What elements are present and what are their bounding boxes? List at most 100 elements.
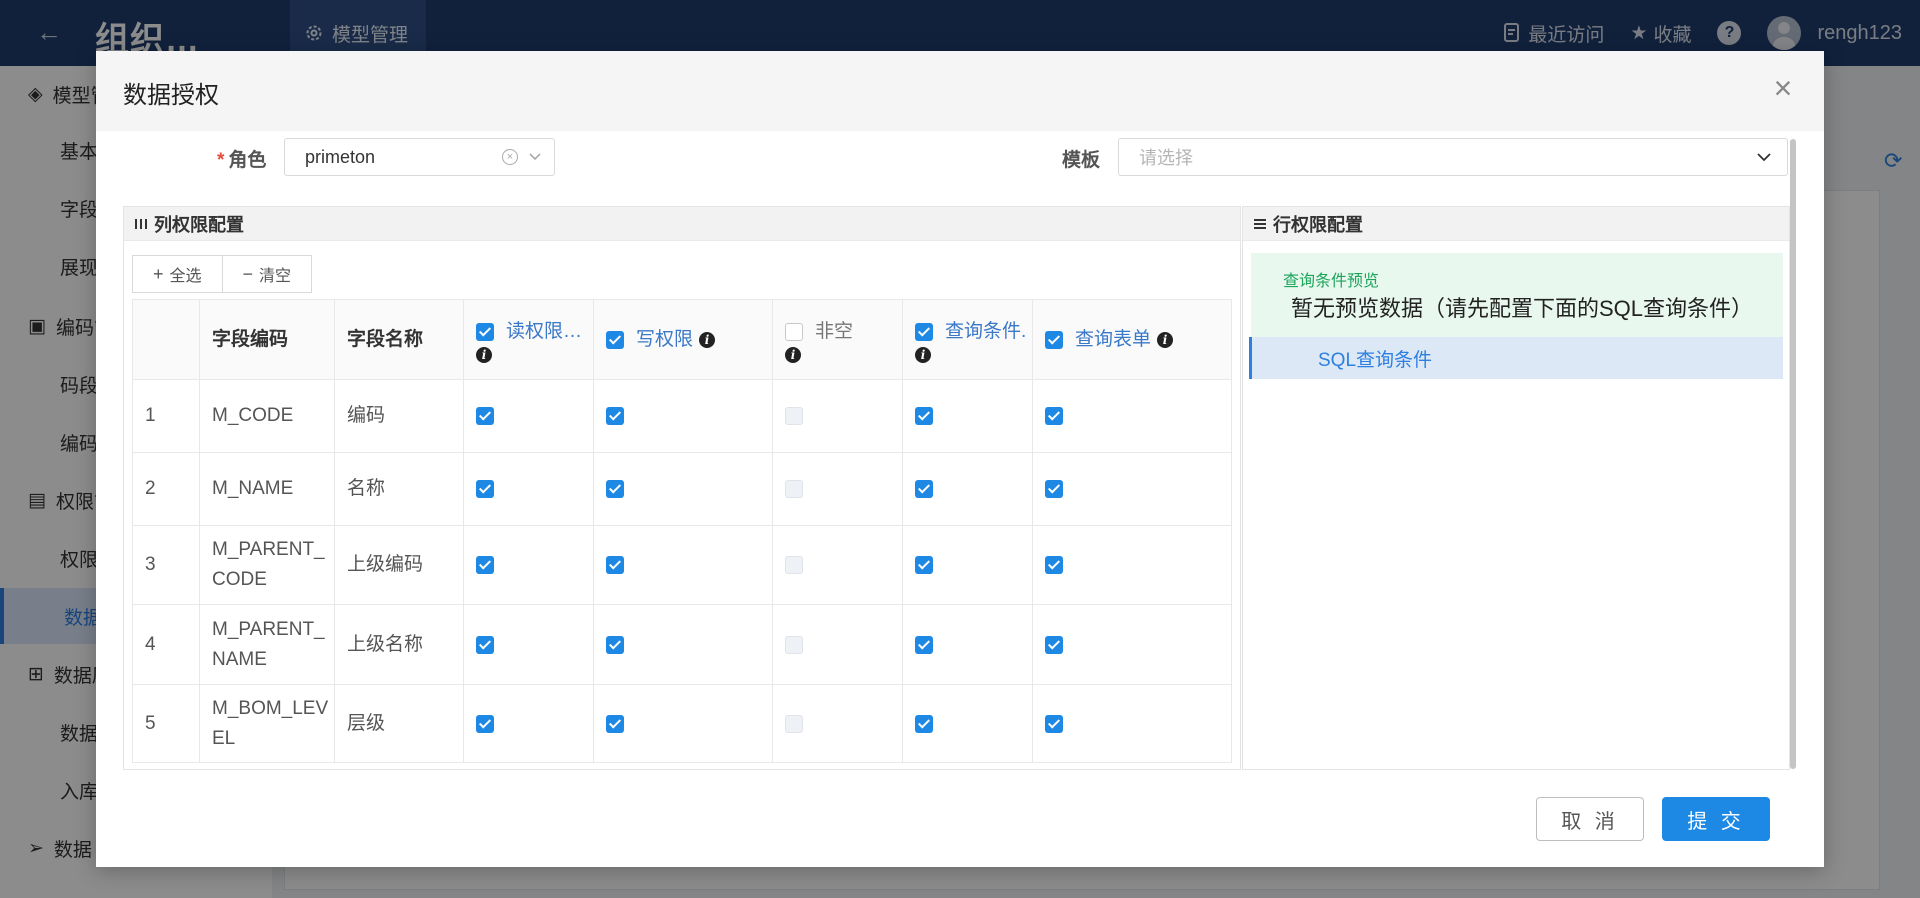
info-icon: i — [785, 346, 801, 363]
header-form-checkbox[interactable] — [1045, 330, 1063, 349]
row2-read-checkbox[interactable] — [476, 480, 494, 498]
template-placeholder: 请选择 — [1139, 148, 1193, 168]
row3-index: 3 — [133, 526, 200, 605]
row3-code: M_PARENT_CODE — [200, 526, 335, 605]
read-permission-label: 读权限… — [506, 320, 583, 342]
clear-circle-icon[interactable]: × — [502, 149, 518, 165]
template-label: 模板 — [1062, 150, 1101, 171]
dialog-header: 数据授权 × — [96, 51, 1824, 131]
row4-query-checkbox[interactable] — [915, 635, 933, 654]
header-read-checkbox[interactable] — [476, 322, 494, 341]
header-notnull-checkbox[interactable] — [785, 322, 803, 341]
row5-read-checkbox[interactable] — [476, 715, 494, 733]
row-permission-panel: 行权限配置 查询条件预览 暂无预览数据（请先配置下面的SQL查询条件） SQL查… — [1242, 206, 1790, 770]
header-field-code: 字段编码 — [200, 300, 335, 380]
row3-notnull-cell — [773, 526, 903, 605]
sql-condition-label: SQL查询条件 — [1318, 349, 1433, 371]
row2-name: 名称 — [335, 453, 464, 526]
row2-form-cell — [1033, 453, 1231, 526]
row3-write-checkbox[interactable] — [606, 556, 624, 574]
query-preview-box: 查询条件预览 暂无预览数据（请先配置下面的SQL查询条件） — [1251, 253, 1783, 337]
row2-index: 2 — [133, 453, 200, 526]
row2-read-cell — [464, 453, 594, 526]
row1-write-cell — [594, 380, 773, 453]
dialog-scrollbar[interactable] — [1790, 139, 1796, 769]
column-panel-header: 列权限配置 — [124, 207, 1240, 241]
row5-form-checkbox[interactable] — [1045, 715, 1063, 733]
row1-read-cell — [464, 380, 594, 453]
preview-text: 暂无预览数据（请先配置下面的SQL查询条件） — [1291, 296, 1754, 321]
row3-query-cell — [903, 526, 1033, 605]
row-panel-title: 行权限配置 — [1273, 214, 1363, 235]
info-icon: i — [476, 346, 492, 363]
row3-form-cell — [1033, 526, 1231, 605]
select-all-button[interactable]: + 全选 — [132, 255, 223, 293]
row3-read-checkbox[interactable] — [476, 556, 494, 574]
query-form-label: 查询表单 — [1075, 328, 1152, 350]
plus-icon: + — [153, 263, 164, 284]
row2-form-checkbox[interactable] — [1045, 480, 1063, 498]
row3-read-cell — [464, 526, 594, 605]
row3-query-checkbox[interactable] — [915, 556, 933, 574]
row1-query-cell — [903, 380, 1033, 453]
header-write-permission: 写权限 i — [594, 300, 773, 380]
row4-code: M_PARENT_NAME — [200, 605, 335, 685]
row1-notnull-cell — [773, 380, 903, 453]
role-select[interactable]: primeton × — [284, 138, 555, 176]
header-query-checkbox[interactable] — [915, 322, 933, 341]
info-icon: i — [699, 331, 716, 348]
column-panel-title: 列权限配置 — [154, 214, 244, 235]
row5-name: 层级 — [335, 685, 464, 762]
columns-icon — [135, 218, 147, 229]
row5-query-checkbox[interactable] — [915, 715, 933, 733]
row2-code: M_NAME — [200, 453, 335, 526]
header-not-null: 非空 i — [773, 300, 903, 380]
row2-notnull-cell — [773, 453, 903, 526]
cancel-button[interactable]: 取 消 — [1536, 797, 1644, 841]
row4-write-cell — [594, 605, 773, 685]
row5-query-cell — [903, 685, 1033, 762]
row3-write-cell — [594, 526, 773, 605]
list-icon — [1254, 218, 1266, 229]
submit-button[interactable]: 提 交 — [1662, 797, 1770, 841]
role-label: * 角色 — [217, 150, 267, 171]
row4-read-cell — [464, 605, 594, 685]
row4-index: 4 — [133, 605, 200, 685]
select-button-group: + 全选 − 清空 — [132, 255, 313, 293]
chevron-down-icon — [529, 153, 541, 161]
info-icon: i — [1157, 331, 1174, 348]
chevron-down-icon — [1757, 153, 1771, 162]
dialog-title: 数据授权 — [123, 82, 219, 109]
row2-write-cell — [594, 453, 773, 526]
minus-icon: − — [242, 263, 254, 284]
header-write-checkbox[interactable] — [606, 330, 624, 349]
row1-query-checkbox[interactable] — [915, 407, 933, 425]
header-index — [133, 300, 200, 380]
row1-index: 1 — [133, 380, 200, 453]
row4-notnull-checkbox — [785, 635, 803, 654]
sql-condition-item[interactable]: SQL查询条件 — [1249, 337, 1783, 379]
row3-notnull-checkbox — [785, 556, 803, 574]
not-null-label: 非空 — [815, 320, 854, 342]
row4-read-checkbox[interactable] — [476, 635, 494, 654]
row1-form-checkbox[interactable] — [1045, 407, 1063, 425]
row1-write-checkbox[interactable] — [606, 407, 624, 425]
row4-form-checkbox[interactable] — [1045, 635, 1063, 654]
row3-name: 上级编码 — [335, 526, 464, 605]
row1-read-checkbox[interactable] — [476, 407, 494, 425]
row1-form-cell — [1033, 380, 1231, 453]
clear-button[interactable]: − 清空 — [222, 255, 313, 293]
row2-query-checkbox[interactable] — [915, 480, 933, 498]
row1-code: M_CODE — [200, 380, 335, 453]
row3-form-checkbox[interactable] — [1045, 556, 1063, 574]
close-icon[interactable]: × — [1768, 72, 1798, 104]
row5-write-cell — [594, 685, 773, 762]
header-query-form: 查询表单 i — [1033, 300, 1231, 380]
row-panel-header: 行权限配置 — [1243, 207, 1789, 241]
row5-code: M_BOM_LEVEL — [200, 685, 335, 762]
row4-query-cell — [903, 605, 1033, 685]
row2-write-checkbox[interactable] — [606, 480, 624, 498]
template-select[interactable]: 请选择 — [1118, 138, 1788, 176]
row4-write-checkbox[interactable] — [606, 635, 624, 654]
row5-write-checkbox[interactable] — [606, 715, 624, 733]
